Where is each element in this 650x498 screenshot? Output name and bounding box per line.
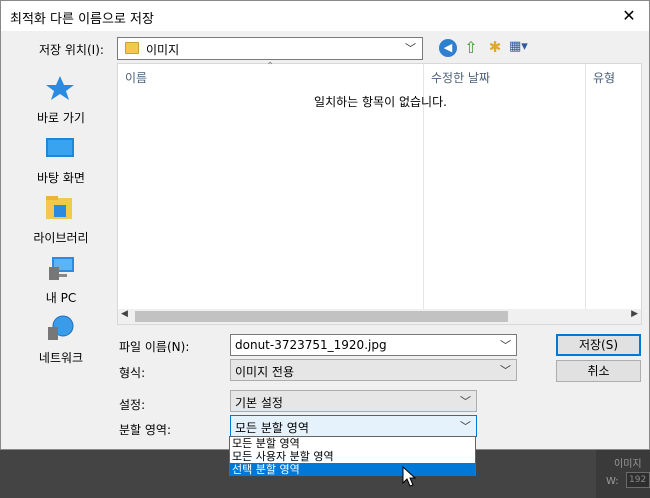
region-label: 분할 영역: <box>119 423 172 437</box>
dialog-title: 최적화 다른 이름으로 저장 <box>10 12 154 27</box>
back-icon[interactable]: ◀ <box>439 39 457 57</box>
chevron-down-icon: ﹀ <box>460 420 471 433</box>
filename-value: donut-3723751_1920.jpg <box>235 338 387 352</box>
settings-value: 기본 설정 <box>235 396 283 410</box>
horizontal-scrollbar[interactable]: ◀ ▶ <box>118 309 641 324</box>
filename-label: 파일 이름(N): <box>119 340 190 354</box>
region-option[interactable]: 모든 사용자 분할 영역 <box>230 450 475 463</box>
save-in-label: 저장 위치(I): <box>39 43 104 57</box>
cancel-button[interactable]: 취소 <box>556 360 641 382</box>
background-width-field: 192 <box>626 472 650 488</box>
close-icon: ✕ <box>622 6 636 25</box>
place-label: 바탕 화면 <box>37 171 85 185</box>
scroll-left-icon[interactable]: ◀ <box>121 309 128 319</box>
place-quick-access[interactable]: 바로 가기 <box>11 71 111 131</box>
new-folder-icon[interactable]: ✱ <box>486 38 504 58</box>
computer-icon <box>49 257 74 280</box>
sort-up-icon: ⌃ <box>266 61 275 72</box>
settings-dropdown[interactable]: 기본 설정 ﹀ <box>230 390 477 412</box>
library-icon <box>46 196 72 219</box>
save-in-dropdown[interactable]: 이미지 ﹀ <box>117 37 423 60</box>
region-dropdown[interactable]: 모든 분할 영역 ﹀ <box>230 415 477 437</box>
places-bar: 바로 가기 바탕 화면 라이브러리 내 PC 네트워크 <box>11 63 111 373</box>
network-icon <box>48 315 74 340</box>
place-label: 바로 가기 <box>37 111 85 125</box>
close-button[interactable]: ✕ <box>609 1 649 31</box>
chevron-down-icon: ﹀ <box>405 42 416 55</box>
title-bar: 최적화 다른 이름으로 저장 ✕ <box>1 1 649 31</box>
empty-message: 일치하는 항목이 없습니다. <box>314 95 447 109</box>
column-header-type[interactable]: 유형 <box>593 69 615 86</box>
star-icon <box>46 76 74 100</box>
region-value: 모든 분할 영역 <box>235 421 309 435</box>
region-dropdown-list: 모든 분할 영역 모든 사용자 분할 영역 선택 분할 영역 <box>229 436 476 476</box>
format-value: 이미지 전용 <box>235 365 295 379</box>
place-label: 라이브러리 <box>33 231 89 245</box>
settings-label: 설정: <box>119 398 146 412</box>
background-panel-label: 이미지 <box>614 459 642 470</box>
region-option[interactable]: 모든 분할 영역 <box>230 437 475 450</box>
place-libraries[interactable]: 라이브러리 <box>11 191 111 251</box>
filename-input[interactable]: donut-3723751_1920.jpg ﹀ <box>230 334 517 356</box>
save-in-value: 이미지 <box>146 43 180 57</box>
place-this-pc[interactable]: 내 PC <box>11 251 111 311</box>
mouse-cursor-icon <box>402 466 416 487</box>
column-header-name[interactable]: 이름 <box>125 69 147 86</box>
scroll-right-icon[interactable]: ▶ <box>631 309 638 319</box>
folder-icon <box>125 42 139 54</box>
place-network[interactable]: 네트워크 <box>11 311 111 371</box>
background-width-label: W: <box>606 476 619 487</box>
up-folder-icon[interactable]: ⇧ <box>462 38 480 58</box>
format-label: 형식: <box>119 366 146 380</box>
view-menu-icon[interactable]: ▦▾ <box>509 39 535 57</box>
region-option-highlighted[interactable]: 선택 분할 영역 <box>230 463 475 476</box>
save-button[interactable]: 저장(S) <box>556 334 641 356</box>
chevron-down-icon[interactable]: ﹀ <box>500 337 511 353</box>
chevron-down-icon: ﹀ <box>500 364 511 377</box>
format-dropdown[interactable]: 이미지 전용 ﹀ <box>230 359 517 381</box>
column-header-date[interactable]: 수정한 날짜 <box>431 69 490 86</box>
desktop-icon <box>46 138 74 157</box>
scrollbar-thumb[interactable] <box>135 311 508 322</box>
place-label: 네트워크 <box>38 351 84 365</box>
place-desktop[interactable]: 바탕 화면 <box>11 131 111 191</box>
save-as-dialog: 최적화 다른 이름으로 저장 ✕ 저장 위치(I): 이미지 ﹀ ◀ ⇧ ✱ ▦… <box>0 0 650 450</box>
file-list[interactable]: ⌃ 이름 수정한 날짜 유형 일치하는 항목이 없습니다. ◀ ▶ <box>117 61 642 325</box>
chevron-down-icon: ﹀ <box>460 395 471 408</box>
place-label: 내 PC <box>45 291 77 305</box>
